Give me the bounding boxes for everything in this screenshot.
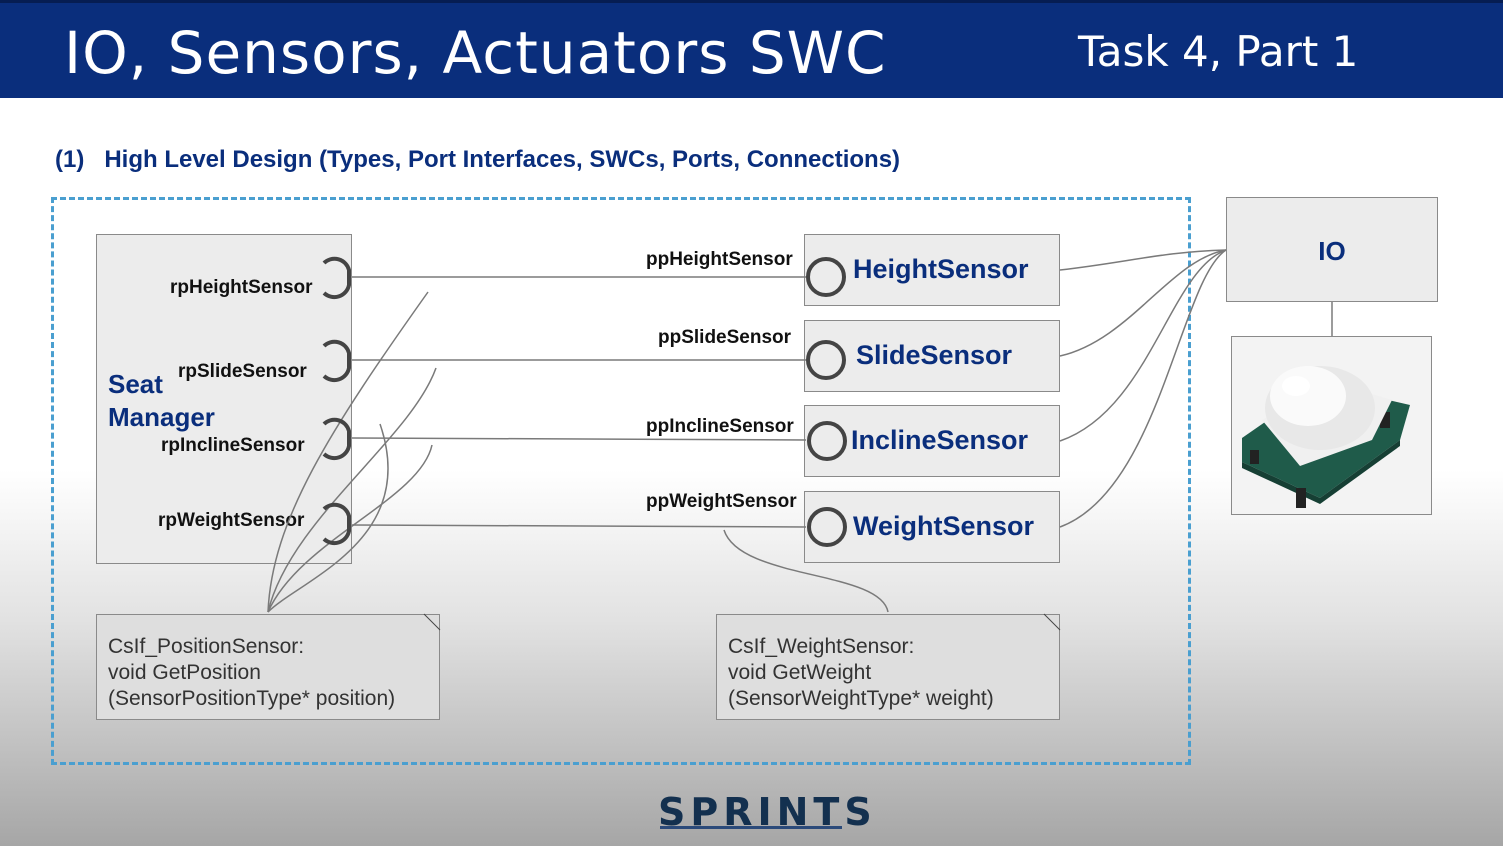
pp-incline-port-icon (807, 421, 847, 461)
rp-height-port-icon (322, 256, 351, 300)
note-fold-right (1043, 613, 1061, 631)
pp-slide-port-icon (806, 340, 846, 380)
connector-weight (351, 524, 807, 528)
connector-incline (351, 437, 807, 441)
rp-incline-port-icon (322, 417, 351, 461)
io-link-weight (1059, 249, 1227, 528)
note-link-weight (723, 529, 889, 613)
rp-slide-port-icon (322, 339, 351, 383)
io-link-slide (1059, 249, 1227, 357)
pp-height-port-icon (806, 257, 846, 297)
pir-sensor-icon (1242, 366, 1410, 508)
pp-weight-port-icon (807, 507, 847, 547)
logo-underline (660, 826, 842, 829)
connection-layer (267, 249, 1410, 631)
io-link-incline (1059, 249, 1227, 442)
note-fold-left (423, 613, 441, 631)
